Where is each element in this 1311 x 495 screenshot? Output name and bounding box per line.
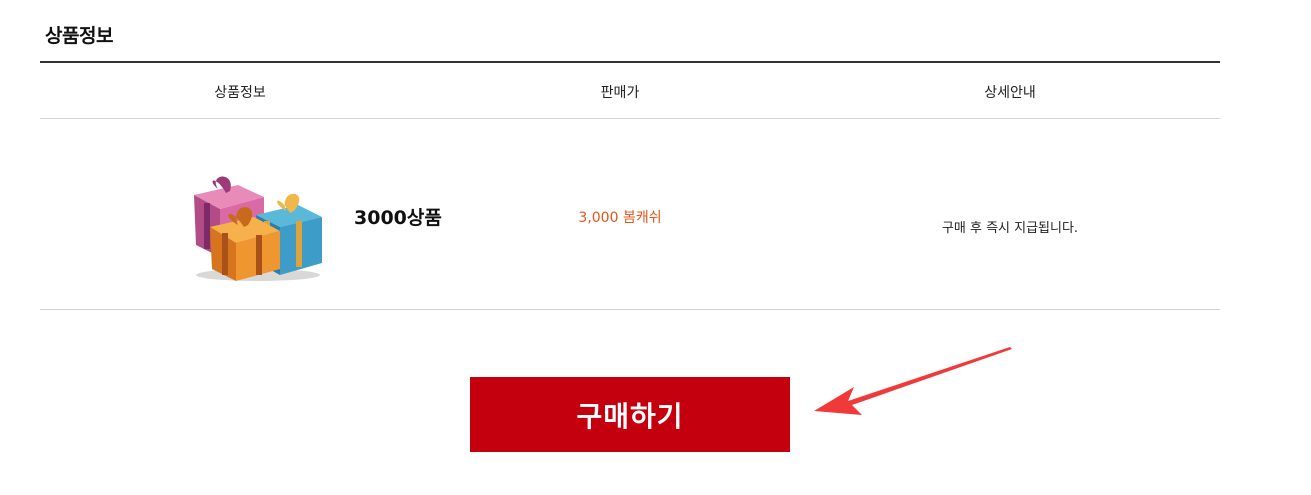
gift-boxes-icon	[194, 176, 322, 281]
table-header: 상품정보 판매가 상세안내	[40, 61, 1220, 119]
header-detail: 상세안내	[984, 85, 1036, 101]
product-detail: 구매 후 즉시 지급됩니다.	[941, 221, 1079, 236]
header-product-info: 상품정보	[214, 85, 266, 101]
section-title: 상품정보	[45, 25, 113, 47]
header-price: 판매가	[600, 85, 640, 101]
product-table: 상품정보 판매가 상세안내 3000상품 3,000 봄캐쉬 구매 후 즉시 지…	[40, 61, 1220, 310]
product-name: 3000상품	[354, 207, 442, 229]
buy-button[interactable]: 구매하기	[470, 377, 790, 452]
product-price: 3,000 봄캐쉬	[578, 210, 662, 226]
table-row: 3000상품 3,000 봄캐쉬 구매 후 즉시 지급됩니다.	[40, 119, 1220, 310]
arrow-pointer-icon	[814, 347, 1012, 415]
product-info-page: 상품정보 상품정보 판매가 상세안내 3000상품 3,000 봄캐쉬 구매 후…	[0, 0, 1311, 495]
